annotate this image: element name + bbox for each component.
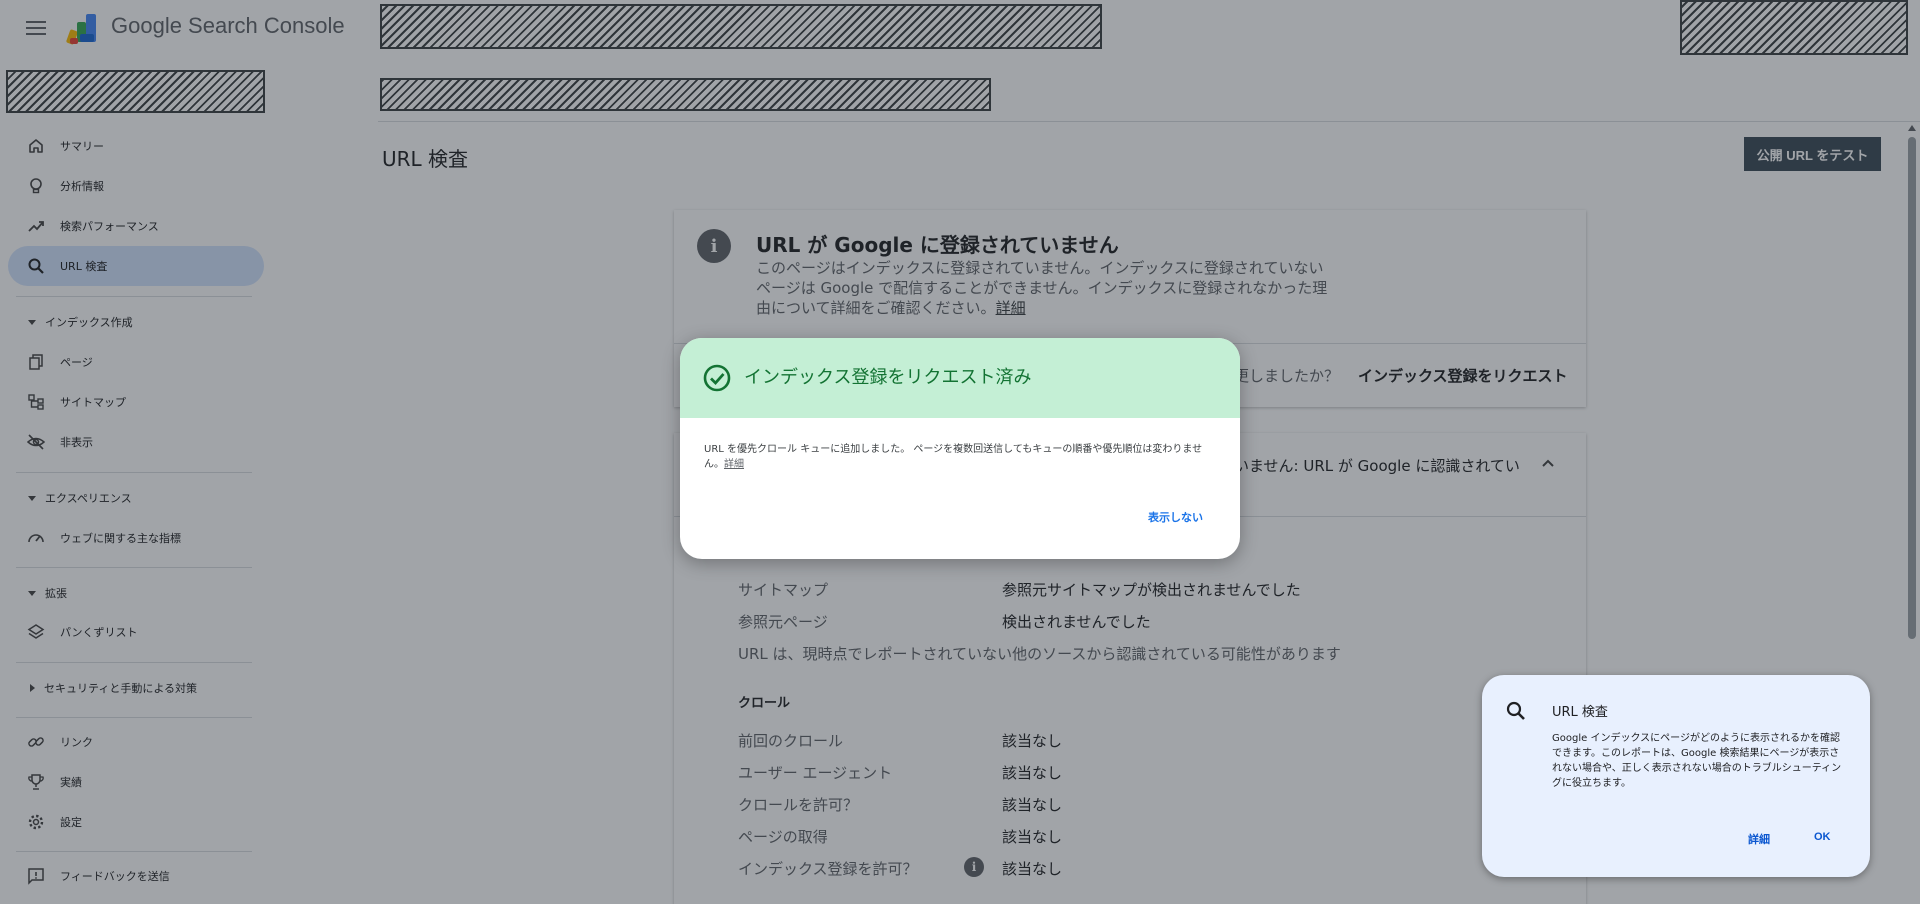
tip-ok-button[interactable]: OK [1814,831,1831,843]
dialog-body-text: URL を優先クロール キューに追加しました。 ページを複数回送信してもキューの… [704,444,1203,470]
url-inspection-tip-card: URL 検査 Google インデックスにページがどのように表示されるかを確認で… [1482,675,1870,877]
dialog-body: URL を優先クロール キューに追加しました。 ページを複数回送信してもキューの… [704,442,1219,472]
dismiss-button[interactable]: 表示しない [1148,509,1203,525]
tip-body: Google インデックスにページがどのように表示されるかを確認できます。このレ… [1552,733,1842,789]
tip-title: URL 検査 [1552,705,1608,720]
search-icon [1506,701,1525,720]
dialog-learn-more-link[interactable]: 詳細 [724,459,744,470]
check-circle-icon [703,364,731,392]
dialog-title: インデックス登録をリクエスト済み [744,367,1032,388]
indexing-requested-dialog: インデックス登録をリクエスト済み URL を優先クロール キューに追加しました。… [680,338,1240,559]
tip-learn-more-button[interactable]: 詳細 [1748,831,1770,847]
dialog-header: インデックス登録をリクエスト済み [680,338,1240,418]
